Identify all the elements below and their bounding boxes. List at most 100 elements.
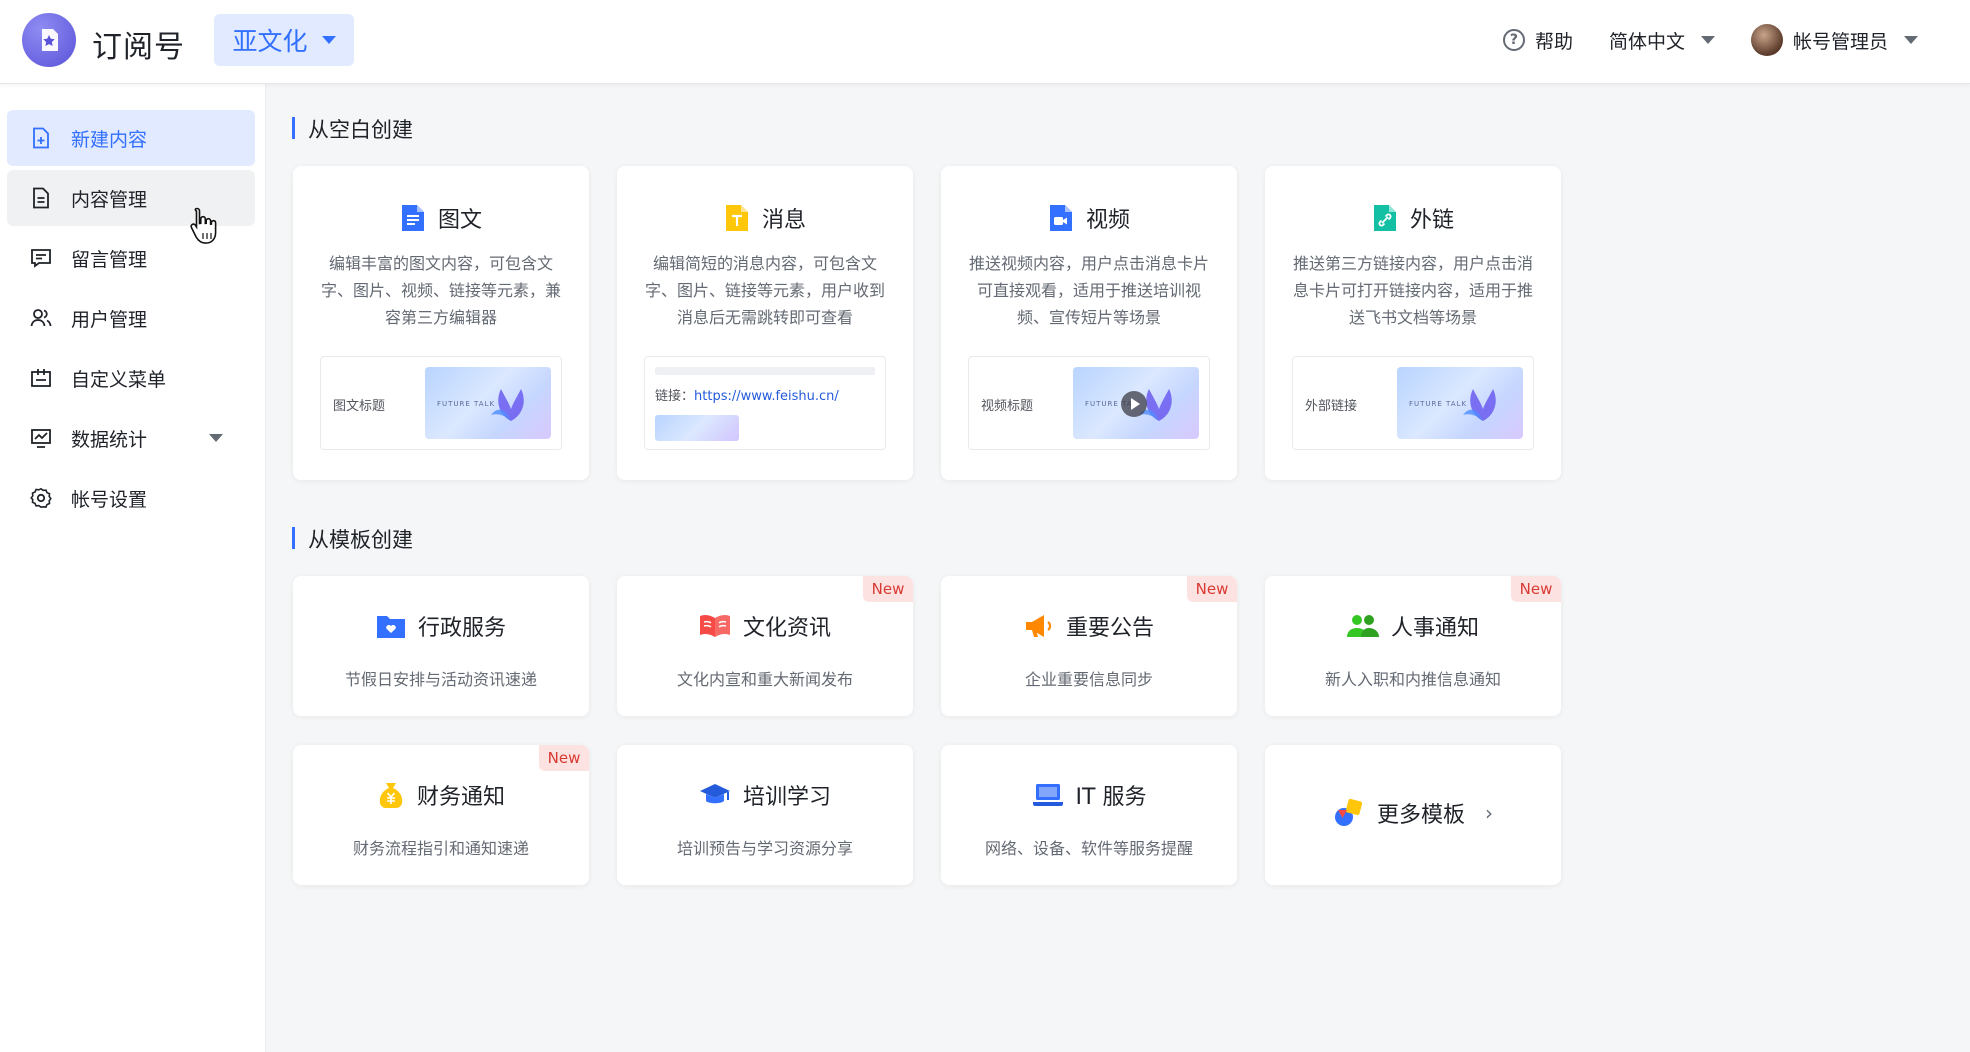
account-menu[interactable]: 帐号管理员 xyxy=(1750,24,1918,56)
sidebar-item-label: 自定义菜单 xyxy=(71,368,167,391)
video-icon xyxy=(1049,205,1072,231)
language-label: 简体中文 xyxy=(1608,30,1685,53)
account-label: 帐号管理员 xyxy=(1792,30,1888,53)
sidebar-item-custom-menu[interactable]: 自定义菜单 xyxy=(7,350,255,406)
preview-text-placeholder xyxy=(655,367,875,375)
hand-cursor-icon xyxy=(190,207,217,244)
card-header: 文化资讯 xyxy=(617,610,913,642)
users-icon xyxy=(29,306,53,330)
file-add-icon xyxy=(29,126,53,150)
template-card-admin[interactable]: 行政服务 节假日安排与活动资讯速递 xyxy=(293,576,589,716)
people-icon xyxy=(1346,615,1379,637)
template-card-finance[interactable]: New 财务通知 财务流程指引和通知速递 xyxy=(293,745,589,885)
desc-line: 可直接观看，适用于推送培训视 xyxy=(976,281,1201,300)
main-content: 从空白创建 图文 编辑丰富的图文内容，可包含文 字、图片、视频、链接等元素，兼 … xyxy=(266,84,1970,1052)
desc-line: 频、宣传短片等场景 xyxy=(1016,308,1161,327)
card-description: 企业重要信息同步 xyxy=(1024,670,1153,689)
desc-line: 容第三方编辑器 xyxy=(384,308,497,327)
card-header: 人事通知 xyxy=(1265,610,1561,642)
card-title: 视频 xyxy=(1085,208,1130,233)
card-title: 培训学习 xyxy=(742,785,831,810)
gear-icon xyxy=(29,486,53,510)
language-select[interactable]: 简体中文 xyxy=(1609,27,1715,54)
top-bar: 订阅号 亚文化 ? 帮助 简体中文 帐号管理员 xyxy=(0,0,1970,84)
create-card-article[interactable]: 图文 编辑丰富的图文内容，可包含文 字、图片、视频、链接等元素，兼 容第三方编辑… xyxy=(293,166,589,480)
template-card-it-service[interactable]: IT 服务 网络、设备、软件等服务提醒 xyxy=(941,745,1237,885)
card-preview: 外部链接 FUTURE TALK xyxy=(1292,356,1534,450)
thumbnail-text: FUTURE TALK xyxy=(1409,400,1468,408)
sidebar-item-users[interactable]: 用户管理 xyxy=(7,290,255,346)
book-icon xyxy=(699,614,730,637)
sidebar-item-account-settings[interactable]: 帐号设置 xyxy=(7,470,255,526)
shapes-icon xyxy=(1334,798,1363,826)
flower-icon xyxy=(491,389,524,421)
link-icon xyxy=(1373,205,1396,231)
play-icon xyxy=(1121,391,1147,417)
card-header: 视频 xyxy=(941,202,1237,234)
new-badge: New xyxy=(539,745,589,771)
preview-link-row: 链接：https://www.feishu.cn/ xyxy=(655,385,839,404)
comment-icon xyxy=(29,246,53,270)
card-description: 推送视频内容，用户点击消息卡片 可直接观看，适用于推送培训视 频、宣传短片等场景 xyxy=(941,250,1237,331)
desc-line: 字、图片、链接等元素，用户收到 xyxy=(644,281,885,300)
laptop-icon xyxy=(1032,784,1063,806)
section-title-template: 从模板创建 xyxy=(292,524,413,554)
card-header: 更多模板 › xyxy=(1265,797,1561,829)
card-preview: 视频标题 FUTURE TA xyxy=(968,356,1210,450)
card-header: IT 服务 xyxy=(941,779,1237,811)
card-title: 消息 xyxy=(761,208,806,233)
more-templates-card[interactable]: 更多模板 › xyxy=(1265,745,1561,885)
graduation-cap-icon xyxy=(699,784,730,804)
sidebar-item-statistics[interactable]: 数据统计 xyxy=(7,410,255,466)
desc-line: 推送第三方链接内容，用户点击消 xyxy=(1292,254,1533,273)
template-card-announcement[interactable]: New 重要公告 企业重要信息同步 xyxy=(941,576,1237,716)
card-description: 网络、设备、软件等服务提醒 xyxy=(984,839,1193,858)
document-icon xyxy=(29,186,53,210)
flower-icon xyxy=(1463,389,1496,421)
card-header: 外链 xyxy=(1265,202,1561,234)
preview-thumbnail xyxy=(655,415,739,441)
workspace-select[interactable]: 亚文化 xyxy=(214,14,354,66)
template-card-hr[interactable]: New 人事通知 新人入职和内推信息通知 xyxy=(1265,576,1561,716)
thumbnail-text: FUTURE TALK xyxy=(437,400,496,408)
avatar xyxy=(1750,24,1783,56)
template-card-culture[interactable]: New 文化资讯 文化内宣和重大新闻发布 xyxy=(617,576,913,716)
preview-thumbnail: FUTURE TA xyxy=(1073,367,1199,439)
chevron-down-icon xyxy=(1700,36,1715,44)
create-card-external-link[interactable]: 外链 推送第三方链接内容，用户点击消 息卡片可打开链接内容，适用于推 送飞书文档… xyxy=(1265,166,1561,480)
chevron-down-icon xyxy=(209,434,223,442)
help-button[interactable]: ? 帮助 xyxy=(1502,27,1573,54)
card-description: 新人入职和内推信息通知 xyxy=(1324,670,1501,689)
top-right-actions: ? 帮助 简体中文 帐号管理员 xyxy=(1502,0,1918,80)
chevron-down-icon xyxy=(1904,36,1918,44)
create-card-video[interactable]: 视频 推送视频内容，用户点击消息卡片 可直接观看，适用于推送培训视 频、宣传短片… xyxy=(941,166,1237,480)
sidebar-item-label: 内容管理 xyxy=(71,188,148,211)
sidebar: 新建内容 内容管理 留言管理 用户管理 自定义菜单 数据统计 帐号设置 xyxy=(0,84,266,1052)
card-title: 财务通知 xyxy=(416,785,505,810)
chevron-down-icon xyxy=(321,36,336,44)
card-title: 重要公告 xyxy=(1065,616,1154,641)
card-title: 外链 xyxy=(1409,208,1454,233)
desc-line: 消息后无需跳转即可查看 xyxy=(676,308,853,327)
sidebar-item-new-content[interactable]: 新建内容 xyxy=(7,110,255,166)
template-card-training[interactable]: 培训学习 培训预告与学习资源分享 xyxy=(617,745,913,885)
desc-line: 编辑丰富的图文内容，可包含文 xyxy=(328,254,553,273)
help-label: 帮助 xyxy=(1534,30,1573,53)
preview-label: 图文标题 xyxy=(333,399,386,414)
link-url: https://www.feishu.cn/ xyxy=(694,389,839,404)
help-icon: ? xyxy=(1502,29,1525,51)
desc-line: 息卡片可打开链接内容，适用于推 xyxy=(1292,281,1533,300)
workspace-select-label: 亚文化 xyxy=(232,27,308,56)
card-header: 重要公告 xyxy=(941,610,1237,642)
preview-thumbnail: FUTURE TALK xyxy=(425,367,551,439)
create-card-message[interactable]: 消息 编辑简短的消息内容，可包含文 字、图片、链接等元素，用户收到 消息后无需跳… xyxy=(617,166,913,480)
link-label: 链接： xyxy=(655,389,695,404)
card-title: 更多模板 xyxy=(1376,803,1465,828)
folder-heart-icon xyxy=(376,616,405,638)
desc-line: 送飞书文档等场景 xyxy=(1348,308,1477,327)
preview-label: 视频标题 xyxy=(981,399,1034,414)
card-description: 财务流程指引和通知速递 xyxy=(352,839,529,858)
card-header: 图文 xyxy=(293,202,589,234)
card-title: 行政服务 xyxy=(417,616,506,641)
app-title: 订阅号 xyxy=(92,30,185,65)
